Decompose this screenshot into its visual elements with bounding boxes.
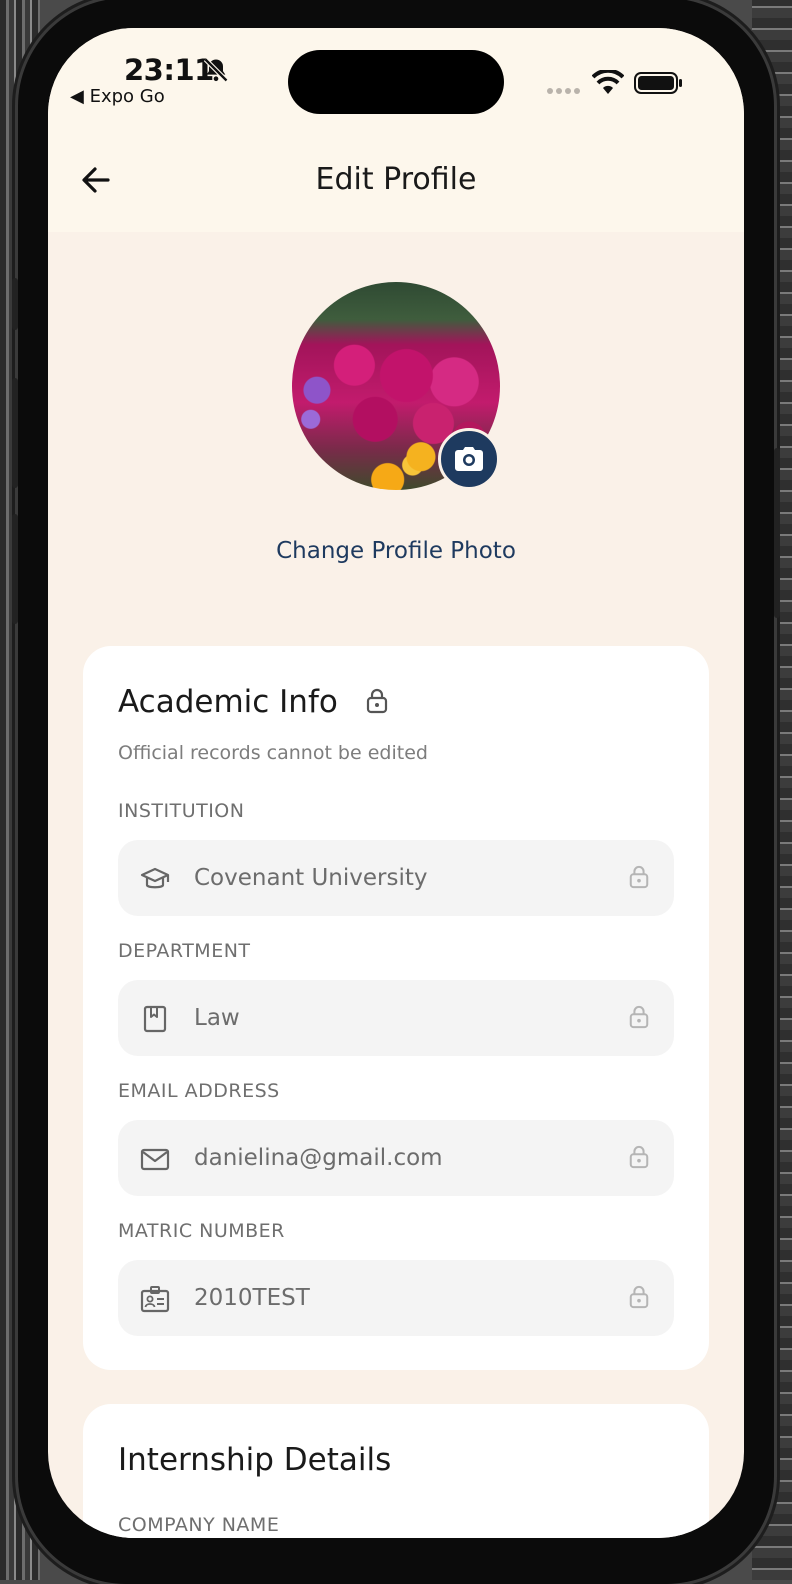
- department-value: Law: [194, 1005, 240, 1031]
- academic-info-card: Academic Info Official records cannot be…: [83, 646, 709, 1370]
- email-value: danielina@gmail.com: [194, 1145, 443, 1171]
- side-button-power: [774, 448, 780, 618]
- field-lock-icon: [629, 1285, 649, 1309]
- field-label-matric: MATRIC NUMBER: [118, 1220, 285, 1242]
- wifi-icon: [592, 70, 624, 94]
- email-field: danielina@gmail.com: [118, 1120, 674, 1196]
- institution-value: Covenant University: [194, 865, 428, 891]
- side-button-volume-down: [12, 514, 18, 624]
- institution-field: Covenant University: [118, 840, 674, 916]
- cellular-signal-icon: [547, 88, 580, 94]
- id-card-icon: [140, 1286, 170, 1313]
- mail-icon: [140, 1148, 170, 1171]
- book-icon: [143, 1005, 167, 1033]
- battery-icon: [634, 72, 682, 94]
- field-lock-icon: [629, 1145, 649, 1169]
- internship-details-card: Internship Details COMPANY NAME: [83, 1404, 709, 1538]
- change-profile-photo-link[interactable]: Change Profile Photo: [48, 536, 744, 566]
- graduation-cap-icon: [140, 867, 170, 889]
- app-screen: 23:11 ◀ Expo Go Edit Profile Change Prof…: [48, 28, 744, 1538]
- department-field: Law: [118, 980, 674, 1056]
- change-photo-button[interactable]: [438, 428, 500, 490]
- academic-info-subtitle: Official records cannot be edited: [118, 742, 428, 764]
- page-title: Edit Profile: [315, 162, 477, 197]
- field-label-institution: INSTITUTION: [118, 800, 245, 822]
- field-label-department: DEPARTMENT: [118, 940, 251, 962]
- dynamic-island: [288, 50, 504, 114]
- field-lock-icon: [629, 1005, 649, 1029]
- status-time: 23:11: [124, 53, 214, 87]
- bell-muted-icon: [203, 57, 229, 83]
- side-button-silent: [12, 278, 18, 330]
- academic-info-title: Academic Info: [118, 684, 338, 720]
- camera-icon: [455, 447, 483, 471]
- matric-number-value: 2010TEST: [194, 1285, 310, 1311]
- side-button-volume-up: [12, 378, 18, 488]
- back-to-app-link[interactable]: ◀ Expo Go: [70, 86, 165, 107]
- internship-details-title: Internship Details: [118, 1442, 392, 1478]
- field-lock-icon: [629, 865, 649, 889]
- header-area: 23:11 ◀ Expo Go Edit Profile: [48, 28, 744, 232]
- field-label-email: EMAIL ADDRESS: [118, 1080, 280, 1102]
- phone-frame: 23:11 ◀ Expo Go Edit Profile Change Prof…: [12, 0, 780, 1584]
- field-label-company-name: COMPANY NAME: [118, 1514, 280, 1536]
- matric-number-field: 2010TEST: [118, 1260, 674, 1336]
- lock-icon: [366, 688, 388, 714]
